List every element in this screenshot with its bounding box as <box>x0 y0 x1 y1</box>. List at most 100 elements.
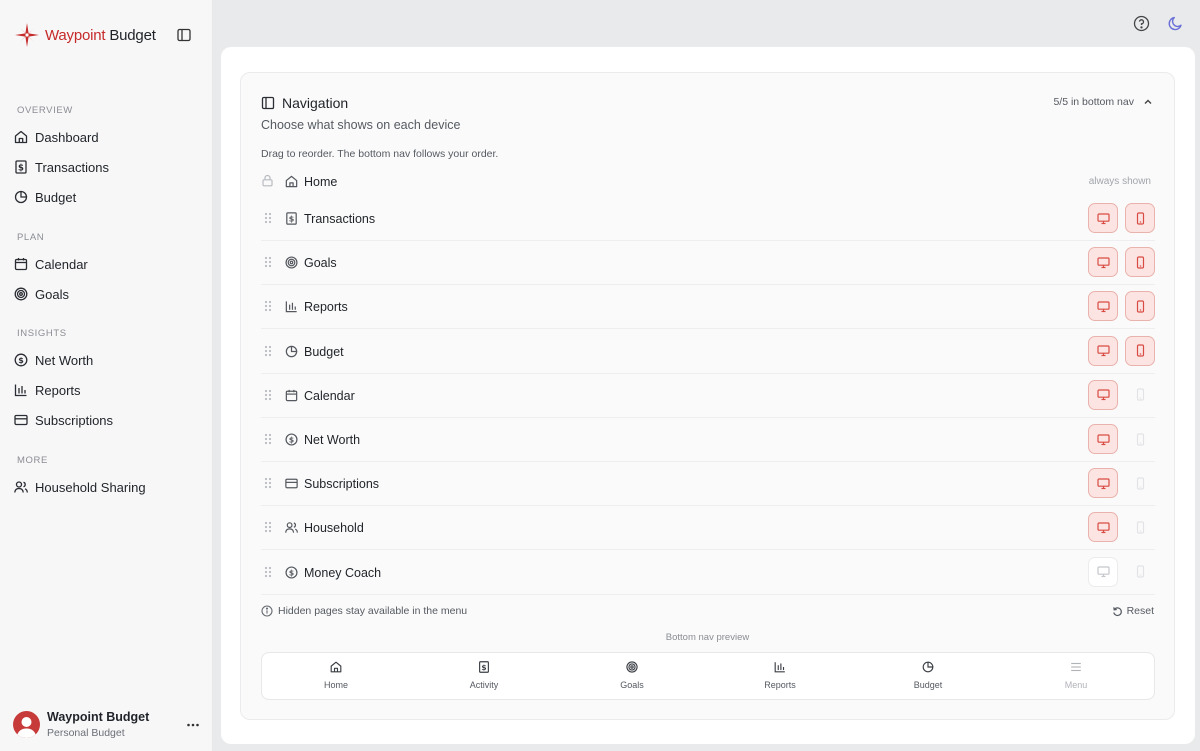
nav-row-label: Transactions <box>304 212 376 226</box>
preview-item-label: Menu <box>1064 680 1088 690</box>
nav-row-label: Net Worth <box>304 433 361 447</box>
sidebar-item-label: Goals <box>35 286 69 302</box>
preview-item-label: Goals <box>620 680 644 690</box>
monitor-icon <box>1096 300 1110 313</box>
mobile-toggle-button[interactable] <box>1125 468 1155 498</box>
mobile-toggle-button[interactable] <box>1125 247 1155 278</box>
desktop-toggle-button[interactable] <box>1088 512 1118 543</box>
chevron-up-icon[interactable] <box>1142 96 1154 108</box>
nav-row-label: Budget <box>304 344 344 359</box>
sidebar-item-transactions[interactable]: $ Transactions <box>13 155 201 179</box>
mobile-toggle-button[interactable] <box>1125 291 1155 322</box>
mobile-toggle-button[interactable] <box>1125 424 1155 454</box>
sidebar-panel-icon <box>261 96 275 110</box>
drag-handle-icon[interactable] <box>261 520 275 534</box>
moon-icon[interactable] <box>1167 15 1184 32</box>
sidebar-item-calendar[interactable]: Calendar <box>13 252 201 276</box>
desktop-toggle-button[interactable] <box>1088 291 1118 322</box>
smartphone-icon <box>1134 477 1147 490</box>
mobile-toggle-button[interactable] <box>1125 512 1155 542</box>
drag-handle-icon[interactable] <box>261 476 275 490</box>
drag-handle-icon[interactable] <box>261 299 275 313</box>
nav-row-label: Household <box>304 521 364 536</box>
desktop-toggle-button[interactable] <box>1088 424 1118 454</box>
mobile-toggle-button[interactable] <box>1125 203 1155 233</box>
desktop-toggle-button[interactable] <box>1088 556 1118 587</box>
desktop-toggle-button[interactable] <box>1088 247 1118 278</box>
sidebar: Waypoint Budget OVERVIEW Dashboard $ Tra… <box>0 0 213 751</box>
nav-row-transactions[interactable]: $ Transactions <box>261 197 1155 241</box>
sidebar-item-net-worth[interactable]: $ Net Worth <box>13 348 201 372</box>
smartphone-icon <box>1134 344 1147 357</box>
preview-item-goals[interactable]: Goals <box>558 653 706 699</box>
sidebar-item-label: Net Worth <box>35 352 94 368</box>
preview-item-budget[interactable]: Budget <box>854 653 1002 699</box>
nav-row-home: Home always shown <box>261 168 1155 194</box>
sidebar-item-budget[interactable]: Budget <box>13 185 201 209</box>
nav-row-goals[interactable]: Goals <box>261 241 1155 286</box>
smartphone-icon <box>1134 432 1147 446</box>
rotate-ccw-icon <box>1112 606 1122 616</box>
desktop-toggle-button[interactable] <box>1088 203 1118 233</box>
home-icon <box>14 130 28 144</box>
help-circle-icon[interactable] <box>1133 15 1150 32</box>
svg-text:$: $ <box>18 356 24 365</box>
nav-row-household[interactable]: Household <box>261 506 1155 551</box>
drag-handle-icon[interactable] <box>261 344 275 358</box>
reset-button[interactable]: Reset <box>1112 604 1154 618</box>
dollar-circle-icon: $ <box>284 565 299 580</box>
mobile-toggle-button[interactable] <box>1125 380 1155 410</box>
monitor-icon <box>1096 212 1110 225</box>
svg-text:$: $ <box>18 163 24 173</box>
sidebar-item-label: Household Sharing <box>35 479 146 495</box>
drag-handle-icon[interactable] <box>261 432 275 446</box>
bar-chart-icon <box>774 662 785 673</box>
nav-row-calendar[interactable]: Calendar <box>261 374 1155 418</box>
compass-star-logo-icon <box>15 23 39 47</box>
nav-row-net-worth[interactable]: $ Net Worth <box>261 418 1155 462</box>
svg-text:$: $ <box>481 663 486 672</box>
sidebar-item-subscriptions[interactable]: Subscriptions <box>13 408 201 432</box>
home-icon <box>285 175 298 188</box>
brand[interactable]: Waypoint Budget <box>14 22 156 48</box>
preview-item-home[interactable]: Home <box>262 653 410 699</box>
pie-chart-icon <box>14 190 28 204</box>
preview-item-label: Reports <box>764 680 796 690</box>
sidebar-item-label: Calendar <box>35 256 88 272</box>
smartphone-icon <box>1134 565 1147 578</box>
nav-row-money-coach[interactable]: $ Money Coach <box>261 551 1155 595</box>
nav-row-budget[interactable]: Budget <box>261 330 1155 374</box>
nav-row-reports[interactable]: Reports <box>261 285 1155 330</box>
sidebar-item-reports[interactable]: Reports <box>13 378 201 402</box>
account-switcher[interactable]: Waypoint Budget Personal Budget <box>12 707 204 743</box>
sidebar-item-household-sharing[interactable]: Household Sharing <box>13 475 201 499</box>
desktop-toggle-button[interactable] <box>1088 379 1118 410</box>
preview-item-reports[interactable]: Reports <box>706 653 854 699</box>
account-subtitle: Personal Budget <box>47 727 125 739</box>
monitor-icon <box>1096 388 1110 401</box>
drag-handle-icon[interactable] <box>261 255 275 269</box>
sidebar-item-dashboard[interactable]: Dashboard <box>13 125 201 149</box>
drag-handle-icon[interactable] <box>261 565 275 579</box>
desktop-toggle-button[interactable] <box>1088 468 1118 499</box>
card-subtitle: Choose what shows on each device <box>261 118 461 132</box>
main-panel: Navigation Choose what shows on each dev… <box>221 47 1195 744</box>
preview-item-activity[interactable]: $ Activity <box>410 653 558 699</box>
preview-item-menu[interactable]: Menu <box>1002 653 1150 699</box>
mobile-toggle-button[interactable] <box>1125 557 1155 587</box>
desktop-toggle-button[interactable] <box>1088 335 1118 366</box>
bottom-nav-count: 5/5 in bottom nav <box>1053 96 1134 108</box>
nav-row-subscriptions[interactable]: Subscriptions <box>261 462 1155 507</box>
drag-handle-icon[interactable] <box>261 211 275 225</box>
brand-name: Waypoint Budget <box>45 26 156 44</box>
sidebar-item-goals[interactable]: Goals <box>13 282 201 306</box>
smartphone-icon <box>1134 211 1147 225</box>
receipt-dollar-icon: $ <box>284 211 299 226</box>
sidebar-panel-icon[interactable] <box>176 27 192 43</box>
info-icon <box>261 605 273 617</box>
monitor-icon <box>1096 256 1110 269</box>
drag-handle-icon[interactable] <box>261 388 275 402</box>
monitor-icon <box>1096 477 1110 490</box>
more-horizontal-icon[interactable] <box>186 718 200 732</box>
mobile-toggle-button[interactable] <box>1125 335 1155 366</box>
